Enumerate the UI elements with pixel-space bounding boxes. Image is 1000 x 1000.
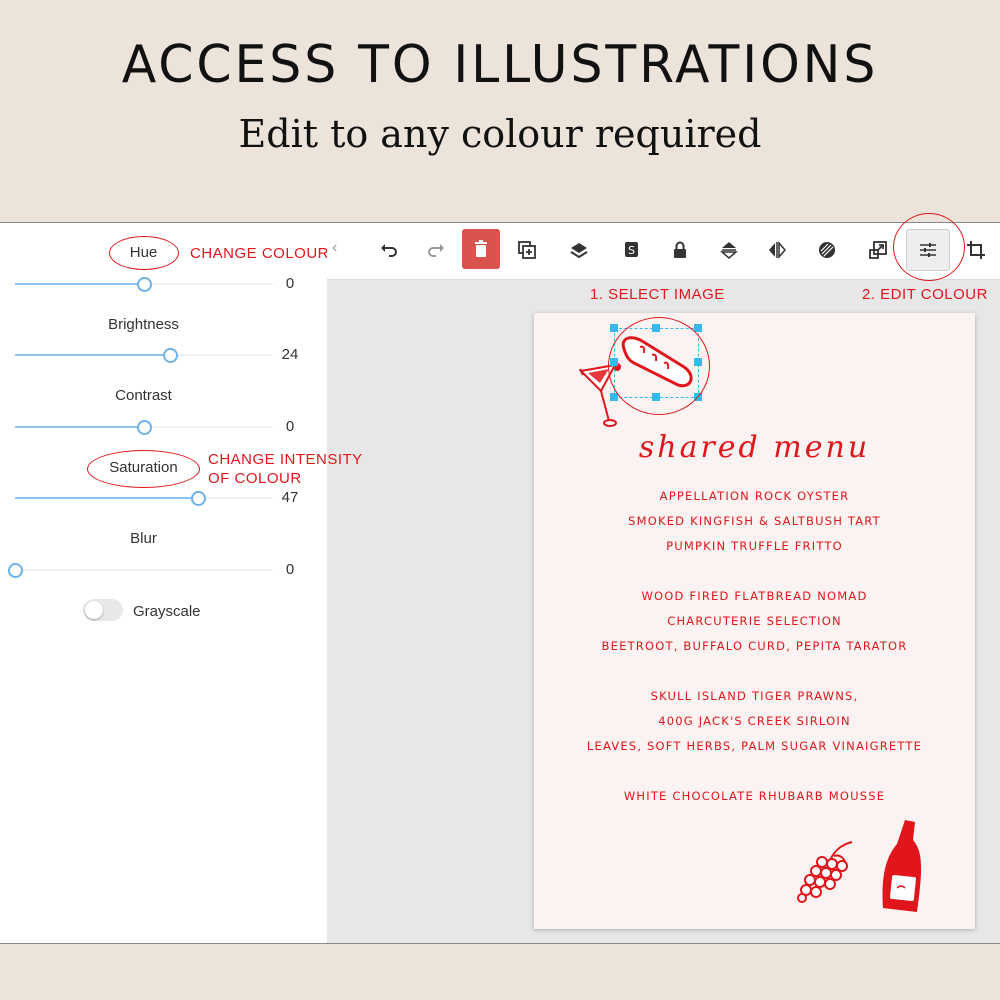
change-intensity-annotation-line1: CHANGE INTENSITY bbox=[208, 451, 363, 468]
hue-slider-handle[interactable] bbox=[137, 277, 152, 292]
flip-horizontal-button[interactable] bbox=[759, 231, 795, 269]
adjust-highlight-ring bbox=[893, 213, 965, 281]
hue-value: 0 bbox=[285, 275, 295, 292]
redo-button[interactable] bbox=[417, 231, 453, 269]
select-image-highlight-ring bbox=[608, 317, 710, 415]
blur-slider[interactable] bbox=[8, 560, 273, 580]
flip-vertical-icon bbox=[719, 242, 739, 259]
menu-heading: shared menu bbox=[638, 430, 871, 465]
hue-slider[interactable] bbox=[15, 274, 273, 294]
flip-vertical-button[interactable] bbox=[711, 231, 747, 269]
hero-subtitle: Edit to any colour required bbox=[238, 112, 762, 156]
saturation-slider[interactable] bbox=[15, 488, 273, 508]
duplicate-button[interactable] bbox=[509, 231, 545, 269]
grayscale-label: Grayscale bbox=[133, 603, 201, 620]
menu-item: SMOKED KINGFISH & SALTBUSH TART bbox=[628, 514, 881, 528]
contrast-slider[interactable] bbox=[15, 417, 273, 437]
selection-handle[interactable] bbox=[610, 324, 618, 332]
brightness-slider-handle[interactable] bbox=[162, 348, 178, 363]
contrast-value: 0 bbox=[285, 418, 295, 435]
menu-item: LEAVES, SOFT HERBS, PALM SUGAR VINAIGRET… bbox=[586, 739, 923, 753]
editor-window: Hue 0 Brightness 24 Contrast 0 Saturatio… bbox=[0, 213, 1000, 944]
menu-item: CHARCUTERIE SELECTION bbox=[667, 614, 842, 628]
hero-title: ACCESS TO ILLUSTRATIONS bbox=[121, 35, 879, 95]
redo-icon bbox=[428, 244, 444, 257]
delete-button[interactable] bbox=[462, 229, 500, 269]
change-colour-annotation: CHANGE COLOUR bbox=[190, 245, 330, 262]
brightness-slider[interactable] bbox=[15, 345, 273, 365]
lock-button[interactable] bbox=[662, 231, 698, 269]
menu-item: APPELLATION ROCK OYSTER bbox=[659, 489, 850, 503]
grayscale-toggle[interactable] bbox=[83, 599, 123, 621]
menu-item: WOOD FIRED FLATBREAD NOMAD bbox=[641, 589, 868, 603]
wine-bottle-illustration[interactable] bbox=[877, 818, 927, 918]
style-icon: S bbox=[625, 242, 638, 257]
menu-card[interactable]: shared menu APPELLATION ROCK OYSTER SMOK… bbox=[534, 313, 975, 929]
brightness-label: Brightness bbox=[108, 316, 179, 333]
saturation-slider-handle[interactable] bbox=[191, 491, 207, 506]
flip-horizontal-icon bbox=[769, 240, 786, 260]
svg-text:S: S bbox=[628, 244, 635, 257]
select-image-annotation: 1. SELECT IMAGE bbox=[590, 286, 725, 303]
menu-item: SKULL ISLAND TIGER PRAWNS, bbox=[650, 689, 859, 703]
undo-button[interactable] bbox=[372, 231, 408, 269]
blur-slider-handle[interactable] bbox=[8, 563, 23, 578]
adjust-panel: Hue 0 Brightness 24 Contrast 0 Saturatio… bbox=[0, 223, 327, 943]
transparency-icon bbox=[819, 242, 835, 258]
transparency-button[interactable] bbox=[809, 231, 845, 269]
contrast-slider-handle[interactable] bbox=[137, 420, 152, 435]
menu-item: BEETROOT, BUFFALO CURD, PEPITA TARATOR bbox=[601, 639, 908, 653]
crop-icon bbox=[967, 241, 985, 259]
blur-label: Blur bbox=[130, 530, 157, 547]
change-intensity-annotation-line2: OF COLOUR bbox=[208, 470, 302, 487]
brightness-value: 24 bbox=[281, 346, 299, 363]
menu-item: 400G JACK'S CREEK SIRLOIN bbox=[658, 714, 851, 728]
undo-icon bbox=[381, 244, 397, 257]
grapes-illustration[interactable] bbox=[794, 838, 858, 904]
layers-button[interactable] bbox=[561, 231, 597, 269]
contrast-label: Contrast bbox=[115, 387, 172, 404]
blur-value: 0 bbox=[285, 561, 295, 578]
style-button[interactable]: S bbox=[614, 231, 650, 269]
duplicate-icon bbox=[518, 241, 536, 259]
saturation-value: 47 bbox=[281, 489, 299, 506]
resize-button[interactable] bbox=[860, 231, 896, 269]
lock-icon bbox=[674, 241, 686, 258]
menu-item: PUMPKIN TRUFFLE FRITTO bbox=[666, 539, 843, 553]
trash-icon bbox=[475, 240, 487, 257]
menu-item: WHITE CHOCOLATE RHUBARB MOUSSE bbox=[623, 789, 886, 803]
edit-colour-annotation: 2. EDIT COLOUR bbox=[862, 286, 988, 303]
layer-icon bbox=[570, 243, 588, 259]
resize-icon bbox=[869, 241, 887, 259]
chevron-left-icon[interactable]: ‹ bbox=[332, 239, 337, 257]
